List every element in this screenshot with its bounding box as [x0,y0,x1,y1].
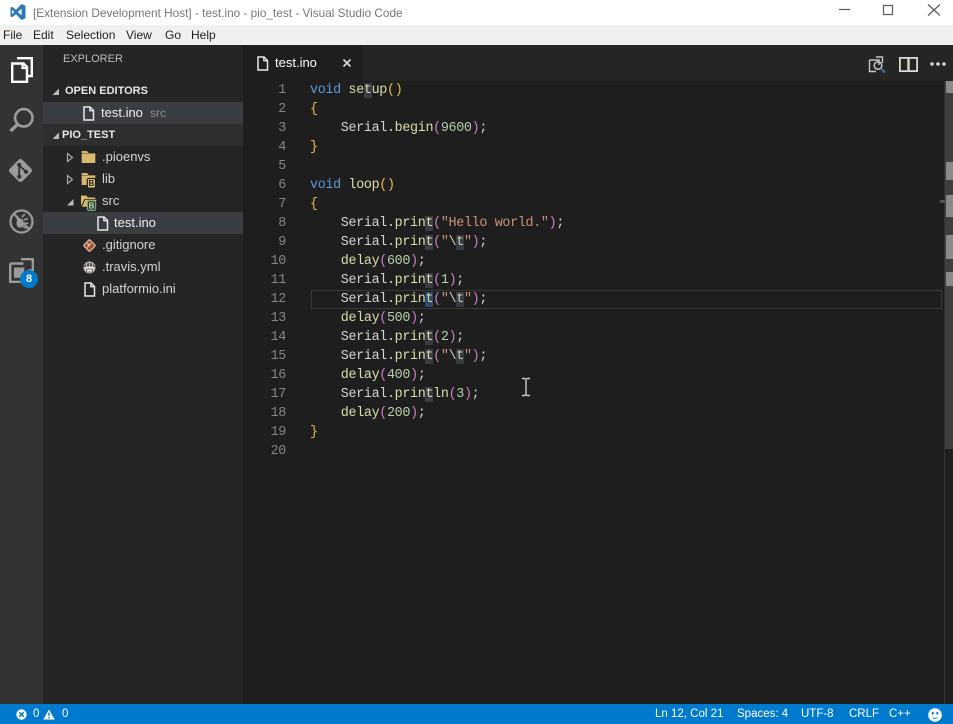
svg-text:B: B [89,179,95,188]
svg-text:B: B [89,201,95,210]
